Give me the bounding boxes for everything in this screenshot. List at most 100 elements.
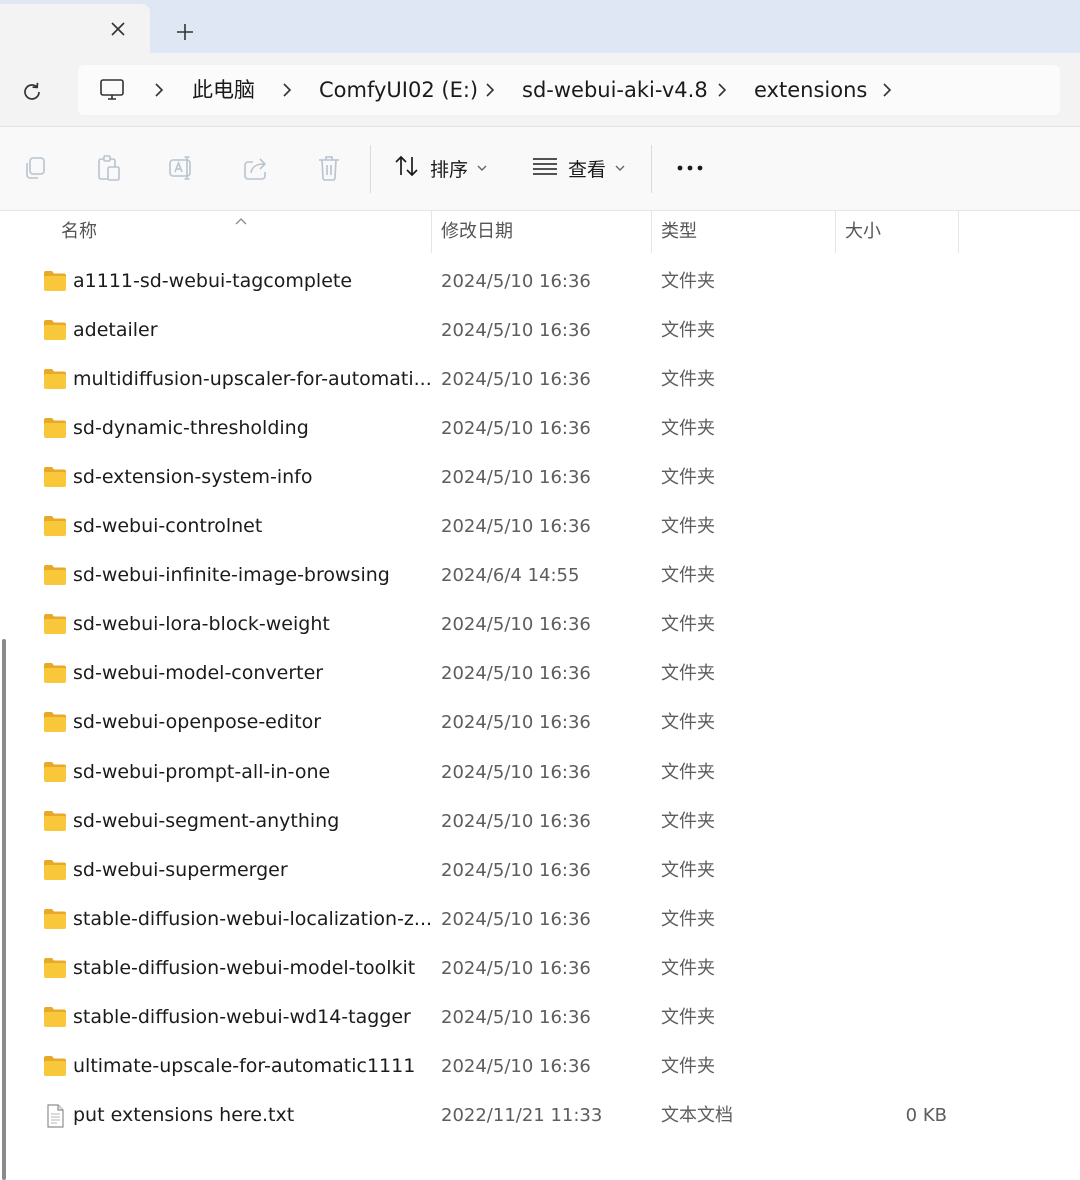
folder-row[interactable]: stable-diffusion-webui-wd14-tagger 2024/5… bbox=[30, 993, 1070, 1042]
folder-row[interactable]: sd-webui-supermerger 2024/5/10 16:36 文件夹 bbox=[30, 846, 1070, 895]
file-name: put extensions here.txt bbox=[73, 1103, 295, 1126]
folder-row[interactable]: sd-webui-infinite-image-browsing 2024/6/4… bbox=[30, 551, 1070, 600]
folder-icon bbox=[43, 368, 67, 390]
file-modified-date: 2024/5/10 16:36 bbox=[441, 1055, 591, 1077]
breadcrumb-sd-webui[interactable]: sd-webui-aki-v4.8 bbox=[522, 65, 708, 115]
folder-row[interactable]: adetailer 2024/5/10 16:36 文件夹 bbox=[30, 306, 1070, 355]
file-modified-date: 2024/5/10 16:36 bbox=[441, 369, 591, 391]
file-name: sd-webui-lora-block-weight bbox=[73, 613, 330, 636]
column-divider[interactable] bbox=[958, 211, 959, 253]
file-name: sd-webui-segment-anything bbox=[73, 809, 340, 832]
column-header-modified[interactable]: 修改日期 bbox=[441, 211, 513, 253]
sort-label: 排序 bbox=[430, 158, 469, 181]
chevron-right-icon[interactable] bbox=[150, 81, 168, 99]
file-modified-date: 2024/5/10 16:36 bbox=[441, 712, 591, 734]
scrollbar[interactable] bbox=[0, 211, 12, 1180]
column-header-type[interactable]: 类型 bbox=[661, 211, 697, 253]
file-name: sd-webui-prompt-all-in-one bbox=[73, 760, 331, 783]
column-header-name[interactable]: 名称 bbox=[61, 211, 97, 253]
share-icon[interactable] bbox=[241, 153, 271, 183]
folder-row[interactable]: sd-webui-openpose-editor 2024/5/10 16:36 文… bbox=[30, 698, 1070, 747]
folder-row[interactable]: sd-webui-prompt-all-in-one 2024/5/10 16:3… bbox=[30, 748, 1070, 797]
breadcrumb-extensions[interactable]: extensions bbox=[754, 65, 867, 115]
chevron-right-icon[interactable] bbox=[278, 81, 296, 99]
file-type: 文件夹 bbox=[661, 271, 715, 292]
folder-row[interactable]: stable-diffusion-webui-model-toolkit 2024… bbox=[30, 944, 1070, 993]
delete-icon[interactable] bbox=[314, 153, 344, 183]
file-modified-date: 2024/5/10 16:36 bbox=[441, 859, 591, 881]
file-name: sd-webui-infinite-image-browsing bbox=[73, 564, 390, 587]
folder-row[interactable]: sd-webui-model-converter 2024/5/10 16:36 文… bbox=[30, 649, 1070, 698]
address-bar[interactable]: 此电脑 ComfyUI02 (E:) sd-webui-aki-v4.8 ext… bbox=[78, 65, 1060, 115]
file-name: adetailer bbox=[73, 319, 158, 342]
file-modified-date: 2022/11/21 11:33 bbox=[441, 1104, 603, 1126]
file-type: 文件夹 bbox=[661, 1006, 715, 1028]
chevron-right-icon[interactable] bbox=[713, 81, 731, 99]
tab-current[interactable] bbox=[0, 4, 150, 53]
file-type: 文件夹 bbox=[661, 712, 715, 734]
folder-row[interactable]: a1111-sd-webui-tagcomplete 2024/5/10 16:3… bbox=[30, 257, 1070, 306]
folder-icon bbox=[43, 564, 67, 586]
file-name: sd-webui-model-converter bbox=[73, 662, 324, 685]
folder-row[interactable]: sd-webui-controlnet 2024/5/10 16:36 文件夹 bbox=[30, 502, 1070, 551]
file-name: stable-diffusion-webui-model-toolkit bbox=[73, 956, 416, 979]
folder-icon bbox=[43, 761, 67, 783]
folder-row[interactable]: stable-diffusion-webui-localization-z...… bbox=[30, 895, 1070, 944]
file-modified-date: 2024/5/10 16:36 bbox=[441, 271, 591, 292]
breadcrumb-drive[interactable]: ComfyUI02 (E:) bbox=[319, 65, 478, 115]
folder-row[interactable]: sd-webui-segment-anything 2024/5/10 16:36… bbox=[30, 797, 1070, 846]
folder-icon bbox=[43, 417, 67, 439]
column-header-size[interactable]: 大小 bbox=[845, 211, 881, 253]
file-row[interactable]: put extensions here.txt 2022/11/21 11:33 文… bbox=[30, 1091, 1070, 1140]
close-icon[interactable] bbox=[106, 17, 130, 41]
chevron-down-icon bbox=[476, 164, 488, 172]
more-icon[interactable] bbox=[675, 153, 705, 183]
chevron-right-icon[interactable] bbox=[481, 81, 499, 99]
file-modified-date: 2024/5/10 16:36 bbox=[441, 418, 591, 440]
file-name: sd-webui-openpose-editor bbox=[73, 711, 322, 734]
column-divider[interactable] bbox=[835, 211, 836, 253]
file-type: 文件夹 bbox=[661, 320, 715, 342]
file-modified-date: 2024/5/10 16:36 bbox=[441, 908, 591, 930]
folder-icon bbox=[43, 662, 67, 684]
column-divider[interactable] bbox=[651, 211, 652, 253]
column-divider[interactable] bbox=[431, 211, 432, 253]
text-file-icon bbox=[43, 1104, 67, 1128]
folder-row[interactable]: sd-extension-system-info 2024/5/10 16:36 文… bbox=[30, 453, 1070, 502]
sort-icon bbox=[394, 154, 420, 183]
file-type: 文件夹 bbox=[661, 859, 715, 881]
file-modified-date: 2024/5/10 16:36 bbox=[441, 761, 591, 783]
scrollbar-thumb[interactable] bbox=[2, 639, 6, 1180]
sort-button[interactable]: 排序 bbox=[394, 149, 488, 187]
computer-icon[interactable] bbox=[98, 76, 126, 104]
folder-icon bbox=[43, 270, 67, 292]
toolbar-separator bbox=[651, 145, 652, 193]
file-modified-date: 2024/5/10 16:36 bbox=[441, 810, 591, 832]
file-modified-date: 2024/5/10 16:36 bbox=[441, 320, 591, 342]
folder-icon bbox=[43, 515, 67, 537]
refresh-icon[interactable] bbox=[18, 78, 46, 106]
breadcrumb-this-pc[interactable]: 此电脑 bbox=[192, 65, 255, 115]
plus-icon[interactable] bbox=[171, 18, 199, 46]
chevron-right-icon[interactable] bbox=[878, 81, 896, 99]
file-name: sd-webui-supermerger bbox=[73, 858, 288, 881]
copy-icon[interactable] bbox=[20, 153, 50, 183]
folder-row[interactable]: sd-webui-lora-block-weight 2024/5/10 16:3… bbox=[30, 600, 1070, 649]
file-modified-date: 2024/5/10 16:36 bbox=[441, 957, 591, 979]
folder-row[interactable]: sd-dynamic-thresholding 2024/5/10 16:36 文件… bbox=[30, 404, 1070, 453]
folder-icon bbox=[43, 1006, 67, 1028]
folder-row[interactable]: multidiffusion-upscaler-for-automati... 2… bbox=[30, 355, 1070, 404]
file-name: stable-diffusion-webui-wd14-tagger bbox=[73, 1005, 411, 1028]
file-type: 文件夹 bbox=[661, 663, 715, 685]
file-size: 0 KB bbox=[905, 1104, 947, 1126]
tab-strip bbox=[0, 0, 1080, 53]
folder-icon bbox=[43, 957, 67, 979]
file-type: 文件夹 bbox=[661, 565, 715, 587]
rename-icon[interactable] bbox=[167, 153, 197, 183]
file-type: 文件夹 bbox=[661, 418, 715, 440]
folder-row[interactable]: ultimate-upscale-for-automatic1111 2024/5… bbox=[30, 1042, 1070, 1091]
paste-icon[interactable] bbox=[94, 153, 124, 183]
file-modified-date: 2024/6/4 14:55 bbox=[441, 565, 580, 587]
view-button[interactable]: 查看 bbox=[532, 149, 626, 187]
command-bar: 排序 查看 bbox=[0, 127, 1080, 211]
